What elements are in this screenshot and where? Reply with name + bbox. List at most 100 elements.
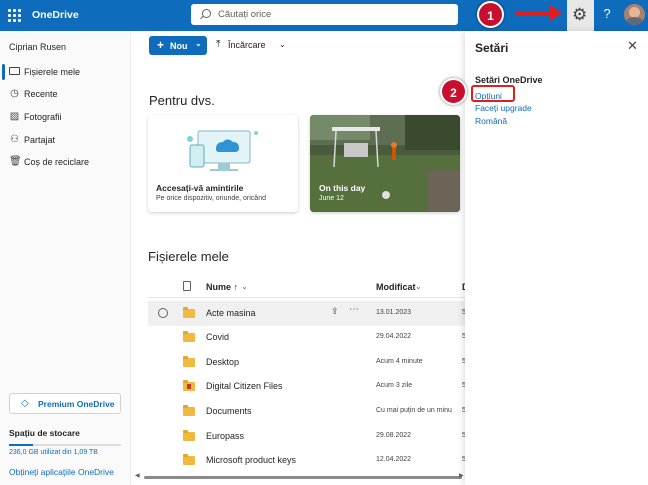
upgrade-link[interactable]: Faceți upgrade xyxy=(475,103,532,113)
main-content: + Nou ⌄ ⤒ Încărcare ⌄ Pentru dvs. Accesa… xyxy=(131,31,465,485)
row-name[interactable]: Acte masina xyxy=(206,308,256,318)
premium-button[interactable]: ◇ Premium OneDrive xyxy=(9,393,121,414)
row-modified: Cu mai puțin de un minu xyxy=(376,407,452,414)
row-modified: 29.04.2022 xyxy=(376,333,412,340)
memories-card[interactable]: Accesați-vă amintirile Pe orice dispozit… xyxy=(148,115,298,212)
share-icon[interactable]: ⇪ xyxy=(331,306,339,317)
help-button[interactable]: ? xyxy=(597,6,617,21)
on-this-day-card[interactable]: On this day June 12 xyxy=(310,115,460,212)
chevron-down-icon: ⌄ xyxy=(279,40,286,49)
row-name[interactable]: Covid xyxy=(206,332,229,342)
scroll-right-icon[interactable]: ▶ xyxy=(459,472,464,479)
for-you-heading: Pentru dvs. xyxy=(149,93,215,108)
annotation-arrow xyxy=(516,5,562,21)
clock-icon: ◷ xyxy=(10,88,19,99)
folder-icon xyxy=(183,307,195,318)
brand-title[interactable]: OneDrive xyxy=(32,9,79,21)
chevron-down-icon[interactable]: ⌄ xyxy=(241,282,248,291)
search-input[interactable]: Căutați orice xyxy=(191,4,458,25)
new-button[interactable]: + Nou ⌄ xyxy=(149,36,207,55)
storage-usage-text[interactable]: 236,0 GB utilizat din 1,09 TB xyxy=(9,449,98,456)
plus-icon: + xyxy=(157,38,165,52)
row-modified: 12.04.2022 xyxy=(376,456,412,463)
gear-icon: ⚙ xyxy=(572,5,588,24)
sidebar-item-label: Fotografii xyxy=(24,112,62,122)
storage-progress-bar xyxy=(9,444,121,446)
folder-icon xyxy=(183,331,195,342)
folder-icon xyxy=(9,66,20,77)
row-name[interactable]: Documents xyxy=(206,406,252,416)
row-modified: Acum 4 minute xyxy=(376,358,423,365)
row-name[interactable]: Digital Citizen Files xyxy=(206,381,283,391)
on-this-day-title: On this day xyxy=(319,183,366,193)
devices-illustration xyxy=(187,130,258,171)
people-icon: ⚇ xyxy=(10,134,19,145)
row-name[interactable]: Europass xyxy=(206,431,244,441)
onedrive-settings-title: Setări OneDrive xyxy=(475,75,543,85)
folder-icon xyxy=(183,430,195,441)
column-header-name[interactable]: Nume ↑ xyxy=(206,282,238,292)
folder-icon xyxy=(183,454,195,465)
settings-panel: Setări ✕ Setări OneDrive Opțiuni Faceți … xyxy=(465,31,648,485)
upload-label: Încărcare xyxy=(228,40,266,50)
memories-card-subtitle: Pe orice dispozitiv, oriunde, oricând xyxy=(156,195,266,202)
table-row[interactable]: Documents Cu mai puțin de un minu 5 xyxy=(148,399,465,424)
settings-button[interactable]: ⚙ xyxy=(567,0,594,31)
active-indicator xyxy=(2,64,5,80)
sidebar-item-label: Coș de reciclare xyxy=(24,157,90,167)
scrollbar-thumb[interactable] xyxy=(144,476,462,479)
sidebar-item-my-files[interactable]: Fișierele mele xyxy=(0,61,131,83)
memories-card-title: Accesați-vă amintirile xyxy=(156,183,244,193)
premium-label: Premium OneDrive xyxy=(38,399,115,409)
table-header: Nume ↑ ⌄ Modificat ⌄ D xyxy=(148,278,465,298)
table-row[interactable]: Acte masina ⇪ ⋯ 13.01.2023 5 xyxy=(148,301,465,326)
my-files-heading: Fișierele mele xyxy=(148,249,229,264)
scroll-left-icon[interactable]: ◀ xyxy=(135,472,140,479)
row-name[interactable]: Microsoft product keys xyxy=(206,455,296,465)
user-name: Ciprian Rusen xyxy=(9,42,67,52)
step-marker-2: 2 xyxy=(440,78,467,105)
trash-icon: 🗑 xyxy=(9,156,22,167)
horizontal-scrollbar[interactable]: ◀ ▶ xyxy=(135,472,465,479)
row-name[interactable]: Desktop xyxy=(206,357,239,367)
row-modified: Acum 3 zile xyxy=(376,382,413,389)
row-select-radio[interactable] xyxy=(158,308,168,318)
folder-icon xyxy=(183,405,195,416)
upload-icon: ⤒ xyxy=(216,39,221,50)
table-row[interactable]: Digital Citizen Files Acum 3 zile 5 xyxy=(148,374,465,399)
chevron-down-icon[interactable]: ⌄ xyxy=(415,282,422,291)
file-type-icon xyxy=(183,281,191,291)
sidebar-item-shared[interactable]: ⚇ Partajat xyxy=(0,129,131,151)
diamond-icon: ◇ xyxy=(21,398,29,409)
search-placeholder: Căutați orice xyxy=(218,9,272,20)
table-row[interactable]: Europass 29.08.2022 5 xyxy=(148,424,465,449)
chevron-down-icon: ⌄ xyxy=(195,39,202,48)
sidebar-item-photos[interactable]: ▨ Fotografii xyxy=(0,106,131,128)
step-marker-1: 1 xyxy=(477,1,504,28)
new-label: Nou xyxy=(170,41,188,51)
storage-title[interactable]: Spațiu de stocare xyxy=(9,428,80,438)
shared-folder-icon xyxy=(183,380,195,391)
storage-progress-fill xyxy=(9,444,33,446)
get-apps-link[interactable]: Obțineți aplicațiile OneDrive xyxy=(9,467,114,477)
table-row[interactable]: Covid 29.04.2022 5 xyxy=(148,325,465,350)
folder-icon xyxy=(183,356,195,367)
sidebar-item-recycle-bin[interactable]: 🗑 Coș de reciclare xyxy=(0,151,131,173)
language-link[interactable]: Română xyxy=(475,116,507,126)
on-this-day-date: June 12 xyxy=(319,195,344,202)
sidebar-item-recent[interactable]: ◷ Recente xyxy=(0,83,131,105)
app-launcher-icon[interactable] xyxy=(8,9,21,22)
settings-panel-title: Setări xyxy=(475,41,509,55)
sidebar-item-label: Fișierele mele xyxy=(24,67,81,77)
sidebar-item-label: Partajat xyxy=(24,135,56,145)
row-modified: 13.01.2023 xyxy=(376,309,412,316)
more-options-icon[interactable]: ⋯ xyxy=(349,304,359,315)
row-modified: 29.08.2022 xyxy=(376,432,412,439)
table-row[interactable]: Microsoft product keys 12.04.2022 5 xyxy=(148,448,465,473)
options-link[interactable]: Opțiuni xyxy=(475,91,502,101)
close-icon[interactable]: ✕ xyxy=(627,38,638,54)
table-row[interactable]: Desktop Acum 4 minute 5 xyxy=(148,350,465,375)
column-header-modified[interactable]: Modificat xyxy=(376,282,416,292)
sidebar: Ciprian Rusen Fișierele mele ◷ Recente ▨… xyxy=(0,31,131,485)
avatar[interactable] xyxy=(624,4,645,25)
